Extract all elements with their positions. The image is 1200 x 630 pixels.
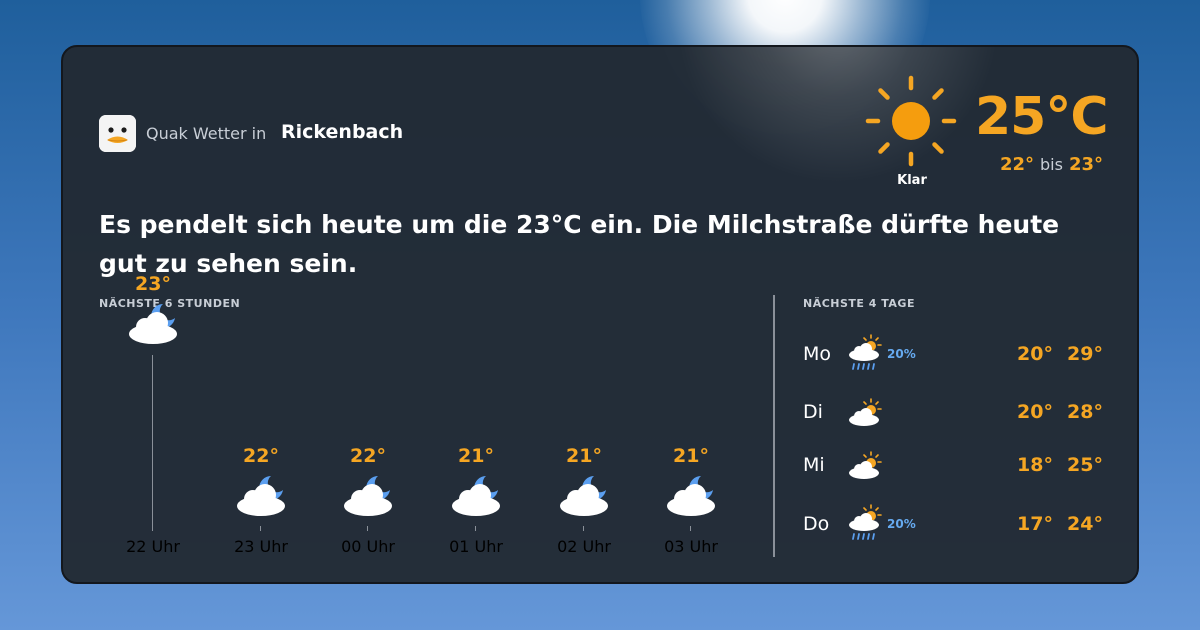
day-high: 24° (1067, 513, 1103, 535)
hour-tick (367, 526, 368, 531)
precip-chance: 20% (887, 347, 916, 361)
hour-temp: 22° (243, 445, 279, 467)
hour-label: 23 Uhr (234, 537, 288, 556)
day-row: Di 20° 28° (803, 391, 1103, 435)
cloud-moon-icon (560, 476, 608, 516)
hour-label: 02 Uhr (557, 537, 611, 556)
day-row: Mi 18° 25° (803, 444, 1103, 488)
day-low: 17° (1017, 513, 1053, 535)
day-name: Di (803, 401, 823, 423)
current-min: 22° (999, 154, 1034, 175)
headline: Es pendelt sich heute um die 23°C ein. D… (99, 210, 1060, 278)
hour-tick (260, 526, 261, 531)
hour-tick (690, 526, 691, 531)
cloud-moon-icon (667, 476, 715, 516)
day-row: Do 20% 17° 24° (803, 503, 1103, 547)
current-condition: Klar (897, 173, 927, 188)
day-high: 28° (1067, 401, 1103, 423)
hour-label: 03 Uhr (664, 537, 718, 556)
hour-temp: 21° (673, 445, 709, 467)
hour-item: 22° (328, 445, 408, 518)
hour-temp: 21° (458, 445, 494, 467)
day-high: 29° (1067, 343, 1103, 365)
hour-tick (475, 526, 476, 531)
hour-temp: 23° (135, 273, 171, 295)
hour-label: 00 Uhr (341, 537, 395, 556)
hour-label: 01 Uhr (449, 537, 503, 556)
day-row: Mo 20% 20° 29° (803, 333, 1103, 377)
cloud-moon-icon (452, 476, 500, 516)
hour-item: 21° (544, 445, 624, 518)
hour-item: 21° (651, 445, 731, 518)
hour-tick (152, 355, 153, 531)
precip-chance: 20% (887, 517, 916, 531)
current-max: 23° (1068, 154, 1103, 175)
card-glow (663, 47, 1013, 197)
daily-section-label: NÄCHSTE 4 TAGE (803, 297, 915, 310)
cloud-moon-icon (344, 476, 392, 516)
hour-item: 21° (436, 445, 516, 518)
city-name: Rickenbach (281, 121, 404, 143)
day-low: 20° (1017, 401, 1053, 423)
hour-item: 23° (113, 273, 193, 346)
current-range: 22° bis 23° (975, 154, 1103, 175)
sun-icon (863, 73, 959, 169)
sun-cloud-icon (849, 398, 882, 426)
cloud-moon-icon (129, 304, 177, 344)
hour-item: 22° (221, 445, 301, 518)
duck-logo (99, 115, 136, 152)
section-divider (773, 295, 775, 557)
hour-tick (583, 526, 584, 531)
hour-label: 22 Uhr (126, 537, 180, 556)
day-low: 20° (1017, 343, 1053, 365)
sun-cloud-rain-icon (849, 334, 882, 370)
day-name: Mo (803, 343, 832, 365)
day-name: Mi (803, 454, 825, 476)
range-word: bis (1040, 155, 1063, 174)
day-low: 18° (1017, 454, 1053, 476)
sun-cloud-rain-icon (849, 504, 882, 540)
day-high: 25° (1067, 454, 1103, 476)
day-name: Do (803, 513, 830, 535)
hour-temp: 21° (566, 445, 602, 467)
cloud-moon-icon (237, 476, 285, 516)
current-temperature: 25°C (975, 87, 1109, 147)
weather-card: Quak Wetter in Rickenbach Klar 25°C 22° b… (61, 45, 1139, 584)
hour-temp: 22° (350, 445, 386, 467)
brand-name: Quak Wetter in (146, 124, 267, 143)
sun-cloud-icon (849, 451, 882, 479)
